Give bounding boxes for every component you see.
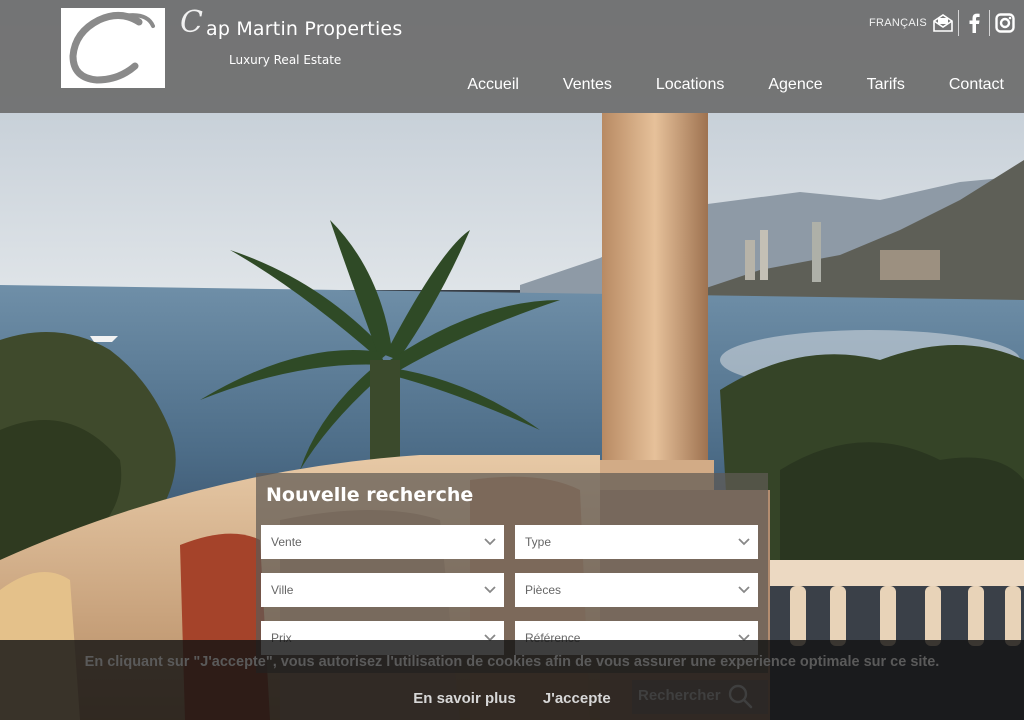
chevron-down-icon [738,586,750,594]
icon-divider [989,10,990,36]
chevron-down-icon [738,538,750,546]
nav-ventes[interactable]: Ventes [563,76,612,94]
logo-monogram-icon [69,12,155,84]
nav-contact[interactable]: Contact [949,76,1004,94]
city-select[interactable]: Ville [261,573,504,607]
search-title: Nouvelle recherche [266,484,474,506]
city-select-value: Ville [271,583,294,597]
cookie-actions: En savoir plus J'accepte [0,688,1024,707]
brand-tagline: Luxury Real Estate [229,53,342,67]
site-header: C ap Martin Properties Luxury Real Estat… [0,0,1024,113]
main-nav: Accueil Ventes Locations Agence Tarifs C… [423,76,1004,94]
chevron-down-icon [484,586,496,594]
search-button-label: Rechercher [638,687,721,704]
cookie-banner: En cliquant sur "J'accepte", vous autori… [0,640,1024,720]
cookie-message: En cliquant sur "J'accepte", vous autori… [84,654,940,670]
nav-locations[interactable]: Locations [656,76,725,94]
brand-name-text: ap Martin Properties [206,18,403,40]
social-icons [930,10,1018,36]
envelope-icon[interactable] [930,10,956,36]
icon-divider [958,10,959,36]
learn-more-link[interactable]: En savoir plus [413,690,516,707]
transaction-select-value: Vente [271,535,302,549]
type-select-value: Type [525,535,552,549]
facebook-icon[interactable] [961,10,987,36]
transaction-select[interactable]: Vente [261,525,504,559]
rooms-select[interactable]: Pièces [515,573,758,607]
brand-name: C ap Martin Properties [180,5,403,40]
nav-tarifs[interactable]: Tarifs [867,76,905,94]
rooms-select-value: Pièces [525,583,562,597]
nav-accueil[interactable]: Accueil [467,76,519,94]
brand-initial: C [180,5,204,40]
instagram-icon[interactable] [992,10,1018,36]
logo[interactable] [61,8,165,88]
nav-agence[interactable]: Agence [768,76,822,94]
chevron-down-icon [484,538,496,546]
type-select[interactable]: Type [515,525,758,559]
accept-cookies-button[interactable]: J'accepte [543,690,611,707]
language-selector[interactable]: FRANÇAIS [869,17,927,29]
search-icon [728,684,753,709]
